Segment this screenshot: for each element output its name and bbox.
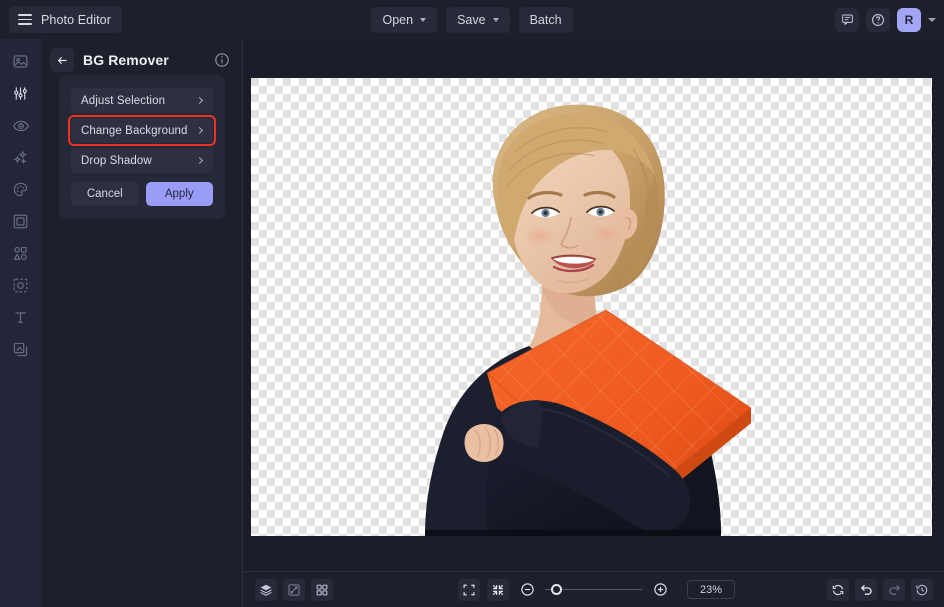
history-icon	[916, 584, 928, 595]
chevron-right-icon	[195, 96, 204, 105]
apply-button[interactable]: Apply	[145, 182, 213, 206]
image-icon	[13, 55, 28, 68]
arrow-left-icon	[57, 56, 67, 64]
save-label: Save	[457, 12, 486, 27]
layers-stack-icon	[260, 584, 272, 596]
bottom-bar: 23%	[243, 571, 944, 607]
minus-circle-icon	[520, 583, 534, 596]
photo-editor-app: Photo Editor Open Save Batch R BG Remove…	[0, 0, 944, 607]
batch-button[interactable]: Batch	[518, 6, 573, 33]
back-button[interactable]	[50, 48, 74, 72]
layers-icon	[13, 342, 28, 357]
actual-size-button[interactable]	[487, 578, 509, 601]
transform-icon	[288, 583, 300, 596]
option-drop-shadow[interactable]: Drop Shadow	[71, 148, 213, 173]
hamburger-icon	[18, 14, 32, 25]
comment-icon	[841, 14, 853, 26]
top-bar-right: R	[835, 0, 936, 39]
rail-item-shapes[interactable]	[7, 242, 35, 265]
panel-title: BG Remover	[83, 52, 169, 68]
rail-item-effects[interactable]	[7, 146, 35, 169]
side-panel: BG Remover Adjust Selection Change Backg…	[41, 39, 243, 607]
top-bar-left: Photo Editor	[9, 6, 122, 33]
zoom-in-button[interactable]	[649, 579, 671, 601]
grid-button[interactable]	[311, 578, 333, 601]
reset-button[interactable]	[827, 578, 849, 601]
zoom-out-button[interactable]	[516, 579, 538, 601]
info-button[interactable]	[214, 52, 230, 68]
avatar-initial: R	[904, 12, 914, 27]
image-canvas[interactable]	[251, 78, 932, 536]
option-label: Adjust Selection	[81, 94, 166, 107]
rail-item-image[interactable]	[7, 50, 35, 73]
woman-with-orange-folder-cutout	[425, 104, 752, 536]
undo-button[interactable]	[855, 578, 877, 601]
frame-icon	[13, 214, 28, 229]
rail-item-frame[interactable]	[7, 210, 35, 233]
app-title: Photo Editor	[41, 12, 111, 27]
option-label: Drop Shadow	[81, 154, 152, 167]
shrink-icon	[492, 584, 504, 595]
plus-circle-icon	[653, 583, 667, 596]
chevron-down-icon[interactable]	[928, 17, 936, 22]
zoom-slider[interactable]	[545, 583, 642, 597]
chevron-down-icon	[420, 18, 427, 22]
rail-item-color[interactable]	[7, 178, 35, 201]
bg-remover-options-card: Adjust Selection Change Background Drop …	[59, 75, 225, 219]
tool-rail	[0, 39, 41, 607]
comment-button[interactable]	[835, 7, 859, 32]
cancel-button[interactable]: Cancel	[71, 182, 139, 206]
save-button[interactable]: Save	[446, 6, 510, 33]
rail-item-layers[interactable]	[7, 338, 35, 361]
fit-screen-button[interactable]	[458, 578, 480, 601]
open-label: Open	[382, 12, 414, 27]
open-button[interactable]: Open	[371, 6, 438, 33]
rail-item-text[interactable]	[7, 306, 35, 329]
grid-icon	[316, 584, 328, 595]
text-icon	[15, 312, 26, 323]
undo-icon	[860, 584, 872, 595]
layers-stack-button[interactable]	[255, 578, 277, 601]
info-circle-icon	[215, 53, 229, 67]
transform-button[interactable]	[283, 578, 305, 601]
top-bar: Photo Editor Open Save Batch R	[0, 0, 944, 39]
batch-label: Batch	[529, 12, 562, 27]
rail-item-adjust[interactable]	[7, 82, 35, 105]
bottom-left-tools	[255, 578, 333, 601]
history-button[interactable]	[911, 578, 933, 601]
option-adjust-selection[interactable]: Adjust Selection	[71, 88, 213, 113]
redo-icon	[888, 584, 900, 595]
rail-item-preview[interactable]	[7, 114, 35, 137]
reset-icon	[832, 584, 844, 595]
shapes-icon	[13, 246, 27, 260]
history-controls	[827, 578, 933, 601]
redo-button[interactable]	[883, 578, 905, 601]
option-label: Change Background	[81, 124, 188, 137]
option-change-background[interactable]: Change Background	[68, 115, 216, 146]
adjustments-icon	[14, 87, 27, 100]
workspace[interactable]	[243, 39, 944, 607]
bg-remover-icon	[13, 278, 28, 293]
top-bar-center: Open Save Batch	[0, 0, 944, 39]
subject-image	[251, 78, 932, 536]
zoom-level-value[interactable]: 23%	[687, 580, 735, 599]
chevron-right-icon	[195, 156, 204, 165]
chevron-down-icon	[492, 18, 499, 22]
rail-item-bg-remover[interactable]	[7, 274, 35, 297]
app-menu-button[interactable]: Photo Editor	[9, 6, 122, 33]
fit-screen-icon	[463, 584, 475, 595]
palette-icon	[13, 182, 28, 197]
zoom-slider-handle[interactable]	[551, 584, 562, 595]
eye-icon	[12, 120, 29, 131]
zoom-controls: 23%	[458, 578, 735, 601]
help-button[interactable]	[866, 7, 890, 32]
sparkles-icon	[13, 150, 27, 165]
help-circle-icon	[872, 13, 884, 26]
avatar[interactable]: R	[897, 7, 921, 32]
panel-actions: Cancel Apply	[71, 182, 213, 206]
chevron-right-icon	[195, 126, 204, 135]
